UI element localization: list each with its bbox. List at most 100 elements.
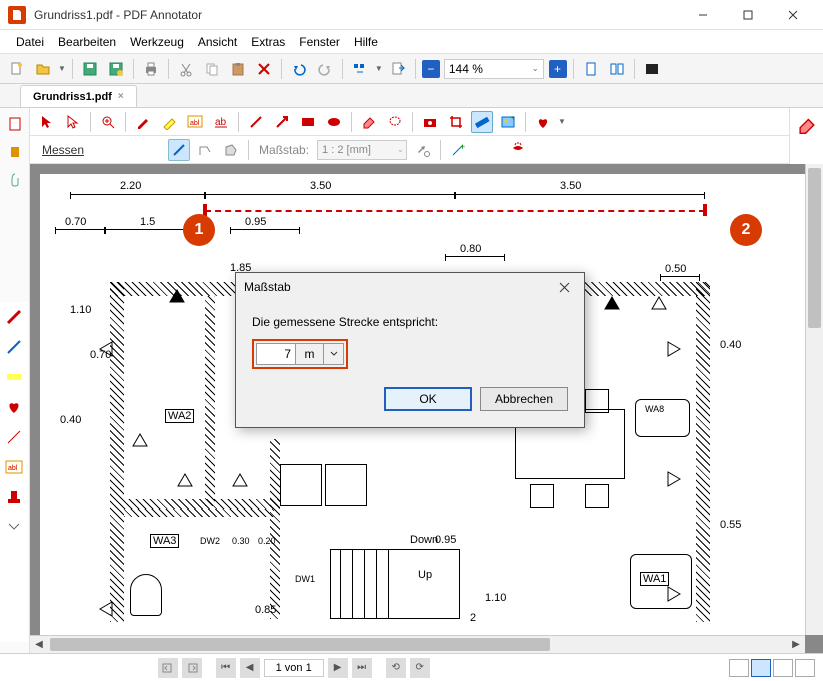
menu-view[interactable]: Ansicht <box>192 33 243 51</box>
redo-button[interactable] <box>314 58 336 80</box>
crop-icon[interactable] <box>445 111 467 133</box>
menu-tool[interactable]: Werkzeug <box>124 33 190 51</box>
fav-hl-yellow-icon[interactable] <box>3 366 25 388</box>
undo-button[interactable] <box>288 58 310 80</box>
delete-measure-icon[interactable] <box>507 139 529 161</box>
layout-two-icon[interactable] <box>773 659 793 677</box>
favorites-dropdown[interactable]: ▼ <box>558 117 566 126</box>
open-button[interactable] <box>32 58 54 80</box>
history-fwd-button[interactable]: ⟳ <box>410 658 430 678</box>
text-underline-icon[interactable]: ab <box>210 111 232 133</box>
ellipse-icon[interactable] <box>323 111 345 133</box>
menu-file[interactable]: Datei <box>10 33 50 51</box>
vertical-scrollbar[interactable] <box>805 164 823 635</box>
dialog-title-bar[interactable]: Maßstab <box>236 273 584 301</box>
measure-label[interactable]: Messen <box>36 143 90 157</box>
cut-button[interactable] <box>175 58 197 80</box>
area-tool-icon[interactable] <box>220 139 242 161</box>
find-dropdown[interactable]: ▼ <box>375 64 383 73</box>
two-page-button[interactable] <box>606 58 628 80</box>
open-dropdown[interactable]: ▼ <box>58 64 66 73</box>
ok-button[interactable]: OK <box>384 387 472 411</box>
thumb-next-icon[interactable] <box>182 658 202 678</box>
history-back-button[interactable]: ⟲ <box>386 658 406 678</box>
save-button[interactable] <box>79 58 101 80</box>
save-as-button[interactable] <box>105 58 127 80</box>
zoom-tool-icon[interactable] <box>97 111 119 133</box>
eraser-icon[interactable] <box>358 111 380 133</box>
zoom-input[interactable] <box>444 59 544 79</box>
panel-bookmark-icon[interactable] <box>3 140 27 164</box>
menu-window[interactable]: Fenster <box>293 33 346 51</box>
last-page-button[interactable]: ⏭ <box>352 658 372 678</box>
tab-grundriss1[interactable]: Grundriss1.pdf × <box>20 85 137 107</box>
zoom-in-button[interactable]: + <box>549 60 567 78</box>
maximize-button[interactable] <box>725 0 770 30</box>
distance-value-input[interactable] <box>256 343 296 365</box>
line-icon[interactable] <box>245 111 267 133</box>
prev-page-button[interactable]: ◀ <box>240 658 260 678</box>
delete-button[interactable] <box>253 58 275 80</box>
text-tool-icon[interactable]: abl <box>184 111 206 133</box>
single-page-button[interactable] <box>580 58 602 80</box>
cancel-button[interactable]: Abbrechen <box>480 387 568 411</box>
document-tabs: Grundriss1.pdf × <box>0 84 823 108</box>
fav-pen-red-icon[interactable] <box>3 306 25 328</box>
thumb-prev-icon[interactable] <box>158 658 178 678</box>
dim-text: 0.40 <box>60 414 81 426</box>
fav-pen-blue-icon[interactable] <box>3 336 25 358</box>
tab-close-icon[interactable]: × <box>118 91 124 102</box>
fullscreen-button[interactable] <box>641 58 663 80</box>
arrow-icon[interactable] <box>271 111 293 133</box>
calibrate-icon[interactable] <box>412 139 434 161</box>
goto-button[interactable] <box>387 58 409 80</box>
fav-dropdown-icon[interactable] <box>3 516 25 538</box>
paste-button[interactable] <box>227 58 249 80</box>
fav-text-abl-icon[interactable]: abl <box>3 456 25 478</box>
pen-icon[interactable] <box>132 111 154 133</box>
rect-icon[interactable] <box>297 111 319 133</box>
panel-page-icon[interactable] <box>3 112 27 136</box>
menu-extras[interactable]: Extras <box>245 33 291 51</box>
fav-stamp-icon[interactable] <box>3 486 25 508</box>
zoom-dropdown[interactable]: ⌄ <box>532 64 539 73</box>
favorites-icon[interactable] <box>532 111 554 133</box>
lasso-icon[interactable] <box>384 111 406 133</box>
scroll-left-icon[interactable]: ◀ <box>30 636 48 653</box>
scrollbar-thumb[interactable] <box>808 168 821 328</box>
layout-two-cont-icon[interactable] <box>795 659 815 677</box>
layout-continuous-icon[interactable] <box>751 659 771 677</box>
minimize-button[interactable] <box>680 0 725 30</box>
scroll-right-icon[interactable]: ▶ <box>787 636 805 653</box>
snapshot-icon[interactable] <box>419 111 441 133</box>
marker-icon[interactable] <box>158 111 180 133</box>
distance-tool-icon[interactable] <box>168 139 190 161</box>
unit-dropdown-button[interactable] <box>324 343 344 365</box>
layout-single-icon[interactable] <box>729 659 749 677</box>
horizontal-scrollbar[interactable]: ◀ ▶ <box>30 635 805 653</box>
menu-help[interactable]: Hilfe <box>348 33 384 51</box>
page-indicator[interactable]: 1 von 1 <box>264 659 324 677</box>
dialog-close-button[interactable] <box>552 277 576 297</box>
add-measure-icon[interactable]: + <box>447 139 469 161</box>
print-button[interactable] <box>140 58 162 80</box>
right-eraser-icon[interactable] <box>796 114 818 136</box>
fav-heart-icon[interactable] <box>3 396 25 418</box>
image-tool-icon[interactable]: + <box>497 111 519 133</box>
new-button[interactable] <box>6 58 28 80</box>
measure-icon[interactable] <box>471 111 493 133</box>
scrollbar-thumb[interactable] <box>50 638 550 651</box>
pointer-icon[interactable] <box>36 111 58 133</box>
zoom-out-button[interactable]: − <box>422 60 440 78</box>
fav-pen-thin-icon[interactable] <box>3 426 25 448</box>
perimeter-tool-icon[interactable] <box>194 139 216 161</box>
copy-button[interactable] <box>201 58 223 80</box>
pan-icon[interactable] <box>62 111 84 133</box>
find-button[interactable] <box>349 58 371 80</box>
menu-edit[interactable]: Bearbeiten <box>52 33 122 51</box>
panel-attachment-icon[interactable] <box>3 168 27 192</box>
room-label: WA2 <box>165 409 194 423</box>
first-page-button[interactable]: ⏮ <box>216 658 236 678</box>
close-button[interactable] <box>770 0 815 30</box>
next-page-button[interactable]: ▶ <box>328 658 348 678</box>
